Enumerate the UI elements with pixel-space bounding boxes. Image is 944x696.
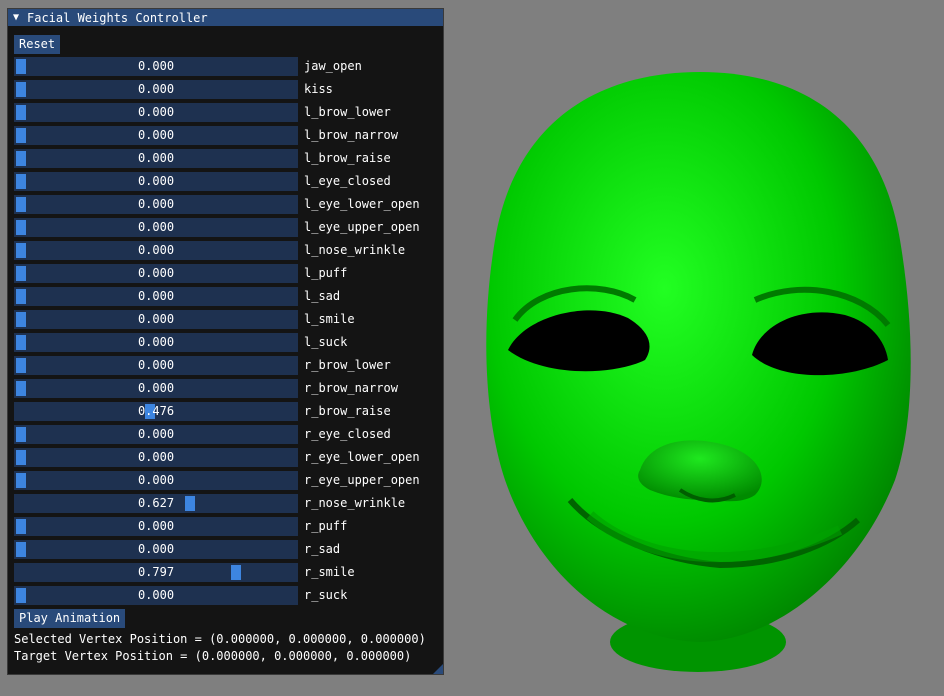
- selected-vertex-position: Selected Vertex Position = (0.000000, 0.…: [14, 632, 426, 646]
- collapse-triangle-icon[interactable]: ▼: [13, 12, 27, 23]
- target-vertex-position: Target Vertex Position = (0.000000, 0.00…: [14, 649, 412, 663]
- slider-label-kiss: kiss: [304, 82, 333, 96]
- slider-value-l_eye_closed: 0.000: [137, 174, 175, 188]
- reset-button[interactable]: Reset: [14, 35, 61, 54]
- slider-r_puff[interactable]: 0.000: [14, 517, 298, 536]
- slider-label-l_nose_wrinkle: l_nose_wrinkle: [304, 243, 406, 257]
- slider-r_brow_raise[interactable]: 0.476: [14, 402, 298, 421]
- slider-l_nose_wrinkle[interactable]: 0.000: [14, 241, 298, 260]
- panel-title-bar[interactable]: ▼ Facial Weights Controller: [8, 9, 443, 26]
- slider-kiss[interactable]: 0.000: [14, 80, 298, 99]
- slider-l_smile[interactable]: 0.000: [14, 310, 298, 329]
- slider-value-r_sad: 0.000: [137, 542, 175, 556]
- slider-l_eye_lower_open[interactable]: 0.000: [14, 195, 298, 214]
- slider-label-l_brow_lower: l_brow_lower: [304, 105, 391, 119]
- slider-label-r_brow_narrow: r_brow_narrow: [304, 381, 398, 395]
- slider-label-l_eye_lower_open: l_eye_lower_open: [304, 197, 420, 211]
- slider-r_brow_narrow[interactable]: 0.000: [14, 379, 298, 398]
- slider-value-r_suck: 0.000: [137, 588, 175, 602]
- slider-value-l_puff: 0.000: [137, 266, 175, 280]
- slider-label-l_sad: l_sad: [304, 289, 341, 303]
- slider-value-jaw_open: 0.000: [137, 59, 175, 73]
- slider-label-l_brow_raise: l_brow_raise: [304, 151, 391, 165]
- slider-value-l_brow_raise: 0.000: [137, 151, 175, 165]
- slider-r_smile[interactable]: 0.797: [14, 563, 298, 582]
- slider-l_eye_upper_open[interactable]: 0.000: [14, 218, 298, 237]
- slider-l_brow_lower[interactable]: 0.000: [14, 103, 298, 122]
- resize-grip-icon[interactable]: [433, 664, 443, 674]
- facial-weights-panel: ▼ Facial Weights Controller Reset 0.000 j…: [7, 8, 444, 675]
- slider-r_eye_closed[interactable]: 0.000: [14, 425, 298, 444]
- slider-value-r_brow_raise: 0.476: [137, 404, 175, 418]
- slider-value-l_smile: 0.000: [137, 312, 175, 326]
- slider-label-l_puff: l_puff: [304, 266, 348, 280]
- slider-value-l_brow_narrow: 0.000: [137, 128, 175, 142]
- slider-label-r_suck: r_suck: [304, 588, 348, 602]
- slider-value-l_brow_lower: 0.000: [137, 105, 175, 119]
- slider-label-r_sad: r_sad: [304, 542, 341, 556]
- slider-label-r_smile: r_smile: [304, 565, 355, 579]
- slider-label-r_puff: r_puff: [304, 519, 348, 533]
- slider-l_suck[interactable]: 0.000: [14, 333, 298, 352]
- slider-l_eye_closed[interactable]: 0.000: [14, 172, 298, 191]
- slider-value-l_sad: 0.000: [137, 289, 175, 303]
- slider-l_brow_narrow[interactable]: 0.000: [14, 126, 298, 145]
- slider-label-l_eye_upper_open: l_eye_upper_open: [304, 220, 420, 234]
- slider-value-r_eye_upper_open: 0.000: [137, 473, 175, 487]
- slider-r_sad[interactable]: 0.000: [14, 540, 298, 559]
- slider-value-l_suck: 0.000: [137, 335, 175, 349]
- panel-title: Facial Weights Controller: [27, 10, 208, 25]
- 3d-viewport[interactable]: [450, 0, 944, 693]
- face-render: [486, 72, 911, 672]
- slider-label-r_eye_closed: r_eye_closed: [304, 427, 391, 441]
- slider-r_eye_upper_open[interactable]: 0.000: [14, 471, 298, 490]
- slider-label-r_brow_raise: r_brow_raise: [304, 404, 391, 418]
- slider-value-r_brow_narrow: 0.000: [137, 381, 175, 395]
- slider-l_puff[interactable]: 0.000: [14, 264, 298, 283]
- slider-label-l_suck: l_suck: [304, 335, 348, 349]
- slider-r_brow_lower[interactable]: 0.000: [14, 356, 298, 375]
- slider-value-l_eye_lower_open: 0.000: [137, 197, 175, 211]
- slider-label-l_brow_narrow: l_brow_narrow: [304, 128, 398, 142]
- slider-jaw_open[interactable]: 0.000: [14, 57, 298, 76]
- slider-value-r_eye_closed: 0.000: [137, 427, 175, 441]
- slider-value-r_nose_wrinkle: 0.627: [137, 496, 175, 510]
- slider-value-r_eye_lower_open: 0.000: [137, 450, 175, 464]
- slider-r_nose_wrinkle[interactable]: 0.627: [14, 494, 298, 513]
- slider-r_eye_lower_open[interactable]: 0.000: [14, 448, 298, 467]
- slider-label-l_smile: l_smile: [304, 312, 355, 326]
- slider-value-r_brow_lower: 0.000: [137, 358, 175, 372]
- slider-l_brow_raise[interactable]: 0.000: [14, 149, 298, 168]
- slider-value-l_nose_wrinkle: 0.000: [137, 243, 175, 257]
- slider-label-l_eye_closed: l_eye_closed: [304, 174, 391, 188]
- play-animation-button[interactable]: Play Animation: [14, 609, 126, 628]
- slider-l_sad[interactable]: 0.000: [14, 287, 298, 306]
- slider-label-r_nose_wrinkle: r_nose_wrinkle: [304, 496, 406, 510]
- slider-value-l_eye_upper_open: 0.000: [137, 220, 175, 234]
- slider-value-r_puff: 0.000: [137, 519, 175, 533]
- slider-label-r_eye_upper_open: r_eye_upper_open: [304, 473, 420, 487]
- slider-r_suck[interactable]: 0.000: [14, 586, 298, 605]
- slider-label-jaw_open: jaw_open: [304, 59, 362, 73]
- slider-label-r_brow_lower: r_brow_lower: [304, 358, 391, 372]
- slider-value-kiss: 0.000: [137, 82, 175, 96]
- slider-value-r_smile: 0.797: [137, 565, 175, 579]
- slider-label-r_eye_lower_open: r_eye_lower_open: [304, 450, 420, 464]
